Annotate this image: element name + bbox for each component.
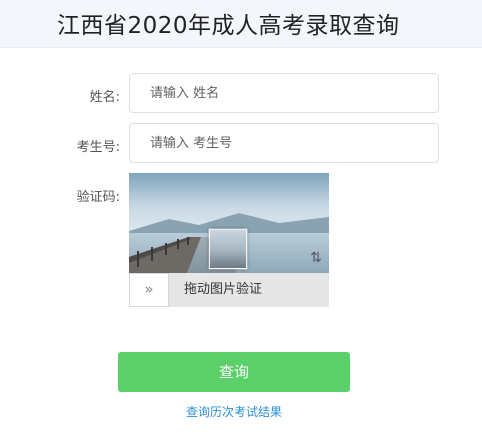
captcha-label: 验证码: — [76, 190, 120, 205]
slider-handle[interactable]: » — [129, 273, 169, 307]
puzzle-piece[interactable] — [209, 229, 247, 269]
name-input[interactable] — [129, 73, 439, 113]
query-button[interactable]: 查询 — [118, 352, 350, 392]
exam-number-input[interactable] — [129, 123, 439, 163]
slider-hint-text: 拖动图片验证 — [184, 282, 263, 297]
slider-track: » 拖动图片验证 — [129, 273, 329, 307]
slider-captcha: ⇅ » 拖动图片验证 — [129, 173, 329, 307]
page-header: 江西省2020年成人高考录取查询 — [0, 0, 482, 48]
history-results-link[interactable]: 查询历次考试结果 — [0, 403, 468, 420]
name-label: 姓名: — [89, 90, 120, 105]
exam-number-label: 考生号: — [76, 140, 120, 155]
refresh-icon[interactable]: ⇅ — [307, 249, 325, 267]
page-title: 江西省2020年成人高考录取查询 — [57, 13, 400, 39]
